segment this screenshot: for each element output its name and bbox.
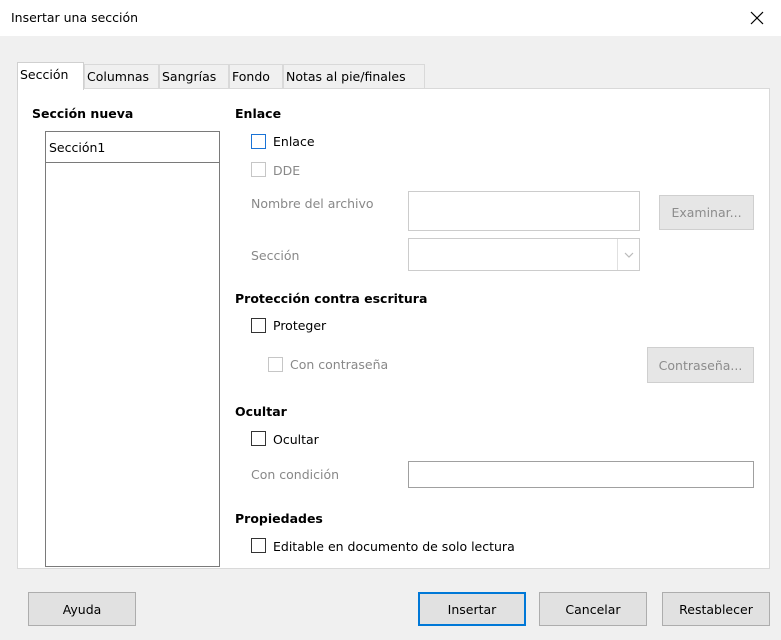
section-label: Sección xyxy=(251,248,300,263)
tab-notas[interactable]: Notas al pie/finales xyxy=(283,64,425,89)
filename-input[interactable] xyxy=(408,191,640,231)
chevron-down-icon xyxy=(617,239,639,270)
filename-label: Nombre del archivo xyxy=(251,196,374,211)
close-button[interactable] xyxy=(745,6,769,30)
tab-sangrias[interactable]: Sangrías xyxy=(159,64,229,89)
password-checkbox-label: Con contraseña xyxy=(290,357,389,372)
condition-input[interactable] xyxy=(408,461,754,488)
section-list[interactable] xyxy=(45,131,220,567)
link-checkbox-label: Enlace xyxy=(273,134,315,149)
editable-checkbox[interactable] xyxy=(251,538,266,553)
section-name-value: Sección1 xyxy=(49,140,106,155)
reset-button[interactable]: Restablecer xyxy=(662,592,770,626)
dde-checkbox[interactable] xyxy=(251,162,266,177)
insert-button[interactable]: Insertar xyxy=(418,592,526,626)
editable-checkbox-label: Editable en documento de solo lectura xyxy=(273,539,515,554)
window-title: Insertar una sección xyxy=(11,10,139,25)
browse-button[interactable]: Examinar... xyxy=(659,195,754,230)
tab-columnas[interactable]: Columnas xyxy=(84,64,159,89)
new-section-heading: Sección nueva xyxy=(32,106,134,121)
properties-heading: Propiedades xyxy=(235,511,323,526)
dde-checkbox-label: DDE xyxy=(273,163,301,178)
protect-checkbox-label: Proteger xyxy=(273,318,327,333)
protect-checkbox[interactable] xyxy=(251,318,266,333)
cancel-button[interactable]: Cancelar xyxy=(539,592,647,626)
close-icon xyxy=(750,11,764,25)
hide-checkbox-label: Ocultar xyxy=(273,432,319,447)
section-name-input[interactable]: Sección1 xyxy=(45,131,220,163)
tab-seccion[interactable]: Sección xyxy=(17,62,84,90)
condition-label: Con condición xyxy=(251,467,340,482)
link-checkbox[interactable] xyxy=(251,134,266,149)
password-button[interactable]: Contraseña... xyxy=(647,347,754,383)
link-heading: Enlace xyxy=(235,106,282,121)
hide-checkbox[interactable] xyxy=(251,431,266,446)
help-button[interactable]: Ayuda xyxy=(28,592,136,626)
protection-heading: Protección contra escritura xyxy=(235,291,428,306)
hide-heading: Ocultar xyxy=(235,404,287,419)
password-checkbox[interactable] xyxy=(268,357,283,372)
section-dropdown[interactable] xyxy=(408,238,640,271)
tab-fondo[interactable]: Fondo xyxy=(229,64,283,89)
